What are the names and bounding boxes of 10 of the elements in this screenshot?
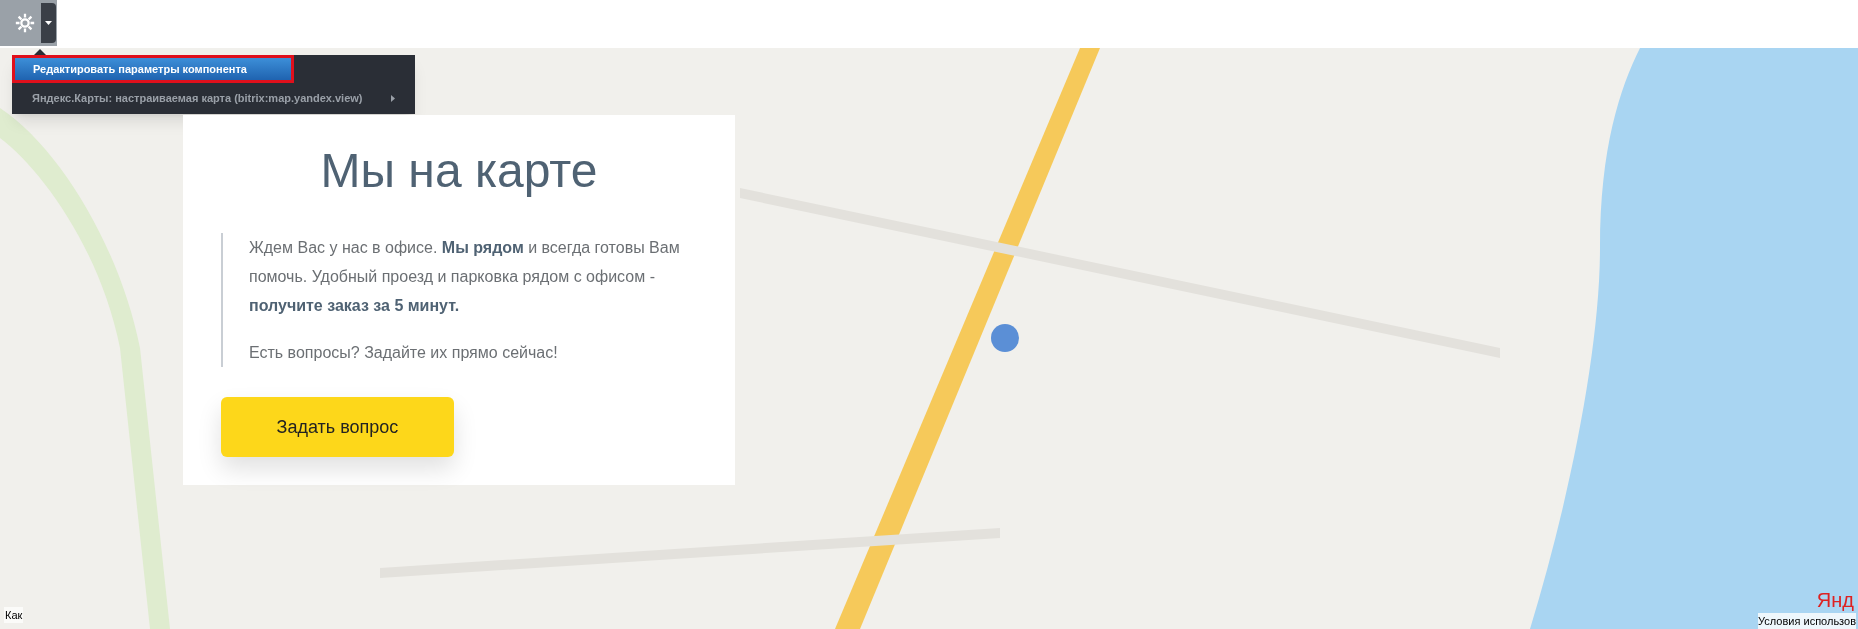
card-text: Есть вопросы? Задайте их прямо сейчас!	[249, 343, 559, 363]
card-text: Ждем Вас у нас в офисе. Мы рядом и всегда готовы Вам помочь. Удобный проезд и парковка рядом с офисом - получите заказ за 5 минут.	[249, 238, 681, 316]
ask-question-button[interactable]: Задать вопрос	[221, 397, 454, 457]
caret-icon	[45, 21, 52, 25]
menu-item[interactable]: Редактировать параметры компонента	[12, 55, 294, 83]
dropdown-button[interactable]	[41, 3, 56, 43]
card-title: Мы на карте	[319, 143, 599, 199]
map-logo: Янд	[1816, 588, 1854, 613]
menu-item[interactable]: Яндекс.Карты: настраиваемая карта (bitrix:map.yandex.view)	[12, 83, 415, 114]
gear-icon[interactable]	[14, 12, 36, 34]
